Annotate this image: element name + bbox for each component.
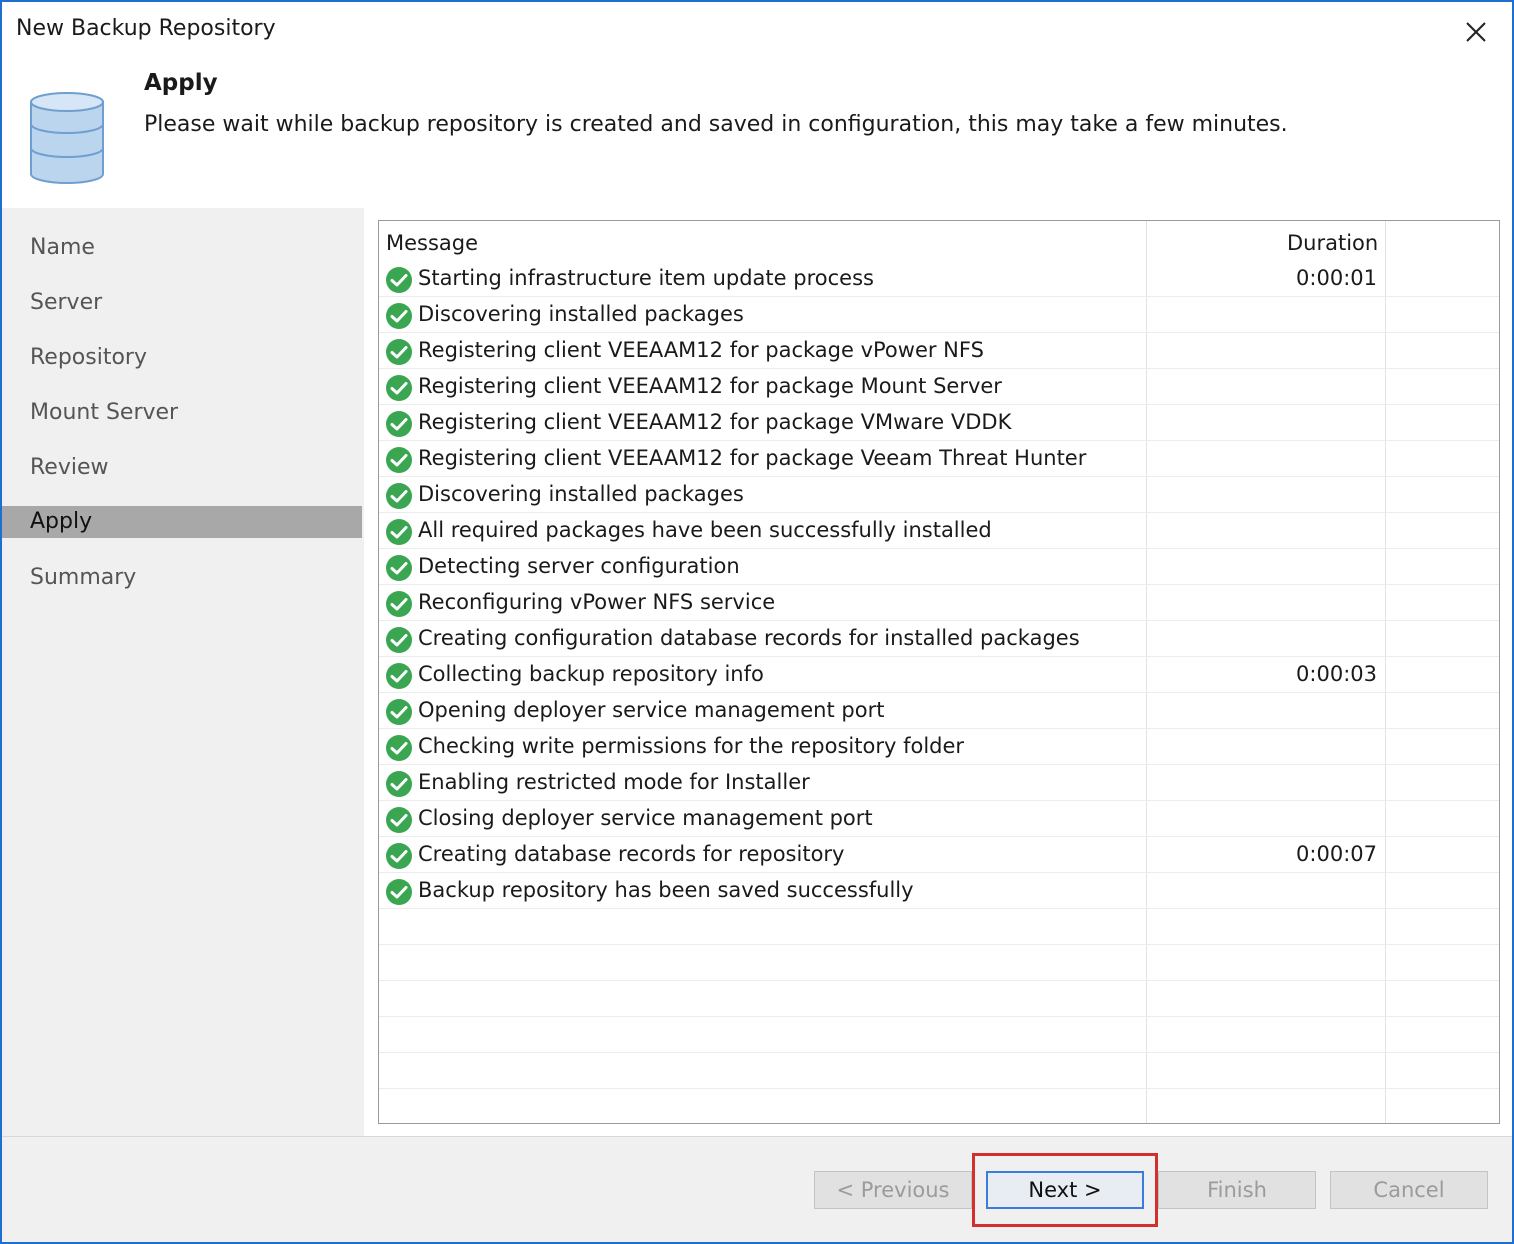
table-header: Message Duration: [379, 221, 1499, 261]
cancel-button[interactable]: Cancel: [1330, 1171, 1488, 1209]
table-row[interactable]: Enabling restricted mode for Installer: [379, 765, 1499, 801]
row-message: Collecting backup repository info: [418, 662, 764, 686]
row-message: Enabling restricted mode for Installer: [418, 770, 810, 794]
check-circle-icon: [386, 663, 412, 689]
table-row[interactable]: [379, 981, 1499, 1017]
check-circle-icon: [386, 627, 412, 653]
check-circle-icon: [386, 555, 412, 581]
table-row[interactable]: Starting infrastructure item update proc…: [379, 261, 1499, 297]
row-message: All required packages have been successf…: [418, 518, 992, 542]
row-message: Creating database records for repository: [418, 842, 845, 866]
column-header-message[interactable]: Message: [386, 231, 478, 255]
table-row[interactable]: Checking write permissions for the repos…: [379, 729, 1499, 765]
table-row[interactable]: Registering client VEEAAM12 for package …: [379, 441, 1499, 477]
close-button[interactable]: [1456, 12, 1496, 52]
row-message: Registering client VEEAAM12 for package …: [418, 446, 1087, 470]
check-circle-icon: [386, 771, 412, 797]
wizard-header: Apply Please wait while backup repositor…: [2, 62, 1512, 208]
table-row[interactable]: Collecting backup repository info 0:00:03: [379, 657, 1499, 693]
row-message: Reconfiguring vPower NFS service: [418, 590, 776, 614]
table-row[interactable]: [379, 945, 1499, 981]
check-circle-icon: [386, 519, 412, 545]
row-duration: 0:00:07: [1296, 842, 1377, 866]
row-message: Closing deployer service management port: [418, 806, 873, 830]
row-message: Checking write permissions for the repos…: [418, 734, 965, 758]
sidebar-item-summary[interactable]: Summary: [2, 562, 362, 594]
table-row[interactable]: Discovering installed packages: [379, 477, 1499, 513]
column-header-duration[interactable]: Duration: [1287, 231, 1378, 255]
table-row[interactable]: [379, 1089, 1499, 1123]
check-circle-icon: [386, 735, 412, 761]
row-message: Opening deployer service management port: [418, 698, 885, 722]
table-row[interactable]: Registering client VEEAAM12 for package …: [379, 369, 1499, 405]
row-message: Creating configuration database records …: [418, 626, 1080, 650]
table-row[interactable]: Detecting server configuration: [379, 549, 1499, 585]
table-row[interactable]: Registering client VEEAAM12 for package …: [379, 405, 1499, 441]
table-row[interactable]: Creating database records for repository…: [379, 837, 1499, 873]
title-bar: New Backup Repository: [2, 2, 1512, 62]
table-row[interactable]: Creating configuration database records …: [379, 621, 1499, 657]
check-circle-icon: [386, 699, 412, 725]
table-row[interactable]: Reconfiguring vPower NFS service: [379, 585, 1499, 621]
row-message: Registering client VEEAAM12 for package …: [418, 338, 984, 362]
table-row[interactable]: All required packages have been successf…: [379, 513, 1499, 549]
check-circle-icon: [386, 303, 412, 329]
check-circle-icon: [386, 879, 412, 905]
table-row[interactable]: [379, 1053, 1499, 1089]
row-message: Backup repository has been saved success…: [418, 878, 914, 902]
next-button-highlight: [972, 1153, 1158, 1227]
check-circle-icon: [386, 267, 412, 293]
table-body: Starting infrastructure item update proc…: [379, 261, 1499, 1123]
row-message: Discovering installed packages: [418, 302, 744, 326]
check-circle-icon: [386, 591, 412, 617]
window-title: New Backup Repository: [16, 16, 276, 41]
table-row[interactable]: Opening deployer service management port: [379, 693, 1499, 729]
check-circle-icon: [386, 339, 412, 365]
check-circle-icon: [386, 843, 412, 869]
wizard-footer: < Previous Next > Finish Cancel: [2, 1136, 1512, 1242]
row-message: Registering client VEEAAM12 for package …: [418, 374, 1002, 398]
row-message: Detecting server configuration: [418, 554, 740, 578]
close-icon: [1466, 22, 1486, 42]
sidebar-item-mount-server[interactable]: Mount Server: [2, 397, 362, 429]
previous-button[interactable]: < Previous: [814, 1171, 972, 1209]
row-duration: 0:00:01: [1296, 266, 1377, 290]
row-message: Registering client VEEAAM12 for package …: [418, 410, 1012, 434]
wizard-window: New Backup Repository Apply Please wait …: [0, 0, 1514, 1244]
check-circle-icon: [386, 411, 412, 437]
table-row[interactable]: Registering client VEEAAM12 for package …: [379, 333, 1499, 369]
check-circle-icon: [386, 375, 412, 401]
finish-button[interactable]: Finish: [1158, 1171, 1316, 1209]
sidebar-item-repository[interactable]: Repository: [2, 342, 362, 374]
row-message: Discovering installed packages: [418, 482, 744, 506]
row-message: Starting infrastructure item update proc…: [418, 266, 874, 290]
step-title: Apply: [144, 70, 218, 96]
row-duration: 0:00:03: [1296, 662, 1377, 686]
table-row[interactable]: Closing deployer service management port: [379, 801, 1499, 837]
sidebar-item-review[interactable]: Review: [2, 452, 362, 484]
check-circle-icon: [386, 807, 412, 833]
table-row[interactable]: [379, 1017, 1499, 1053]
step-description: Please wait while backup repository is c…: [144, 112, 1288, 137]
sidebar-item-apply[interactable]: Apply: [2, 506, 362, 538]
database-icon: [30, 92, 104, 184]
table-row[interactable]: Backup repository has been saved success…: [379, 873, 1499, 909]
table-row[interactable]: [379, 909, 1499, 945]
table-row[interactable]: Discovering installed packages: [379, 297, 1499, 333]
log-table[interactable]: Message Duration Starting infrastructure…: [378, 220, 1500, 1124]
main-panel: Message Duration Starting infrastructure…: [364, 208, 1512, 1136]
sidebar-item-name[interactable]: Name: [2, 232, 362, 264]
check-circle-icon: [386, 483, 412, 509]
wizard-content: Name Server Repository Mount Server Review Ap…: [2, 208, 1512, 1136]
check-circle-icon: [386, 447, 412, 473]
wizard-steps-sidebar: Name Server Repository Mount Server Review Ap…: [2, 208, 362, 1136]
sidebar-item-server[interactable]: Server: [2, 287, 362, 319]
